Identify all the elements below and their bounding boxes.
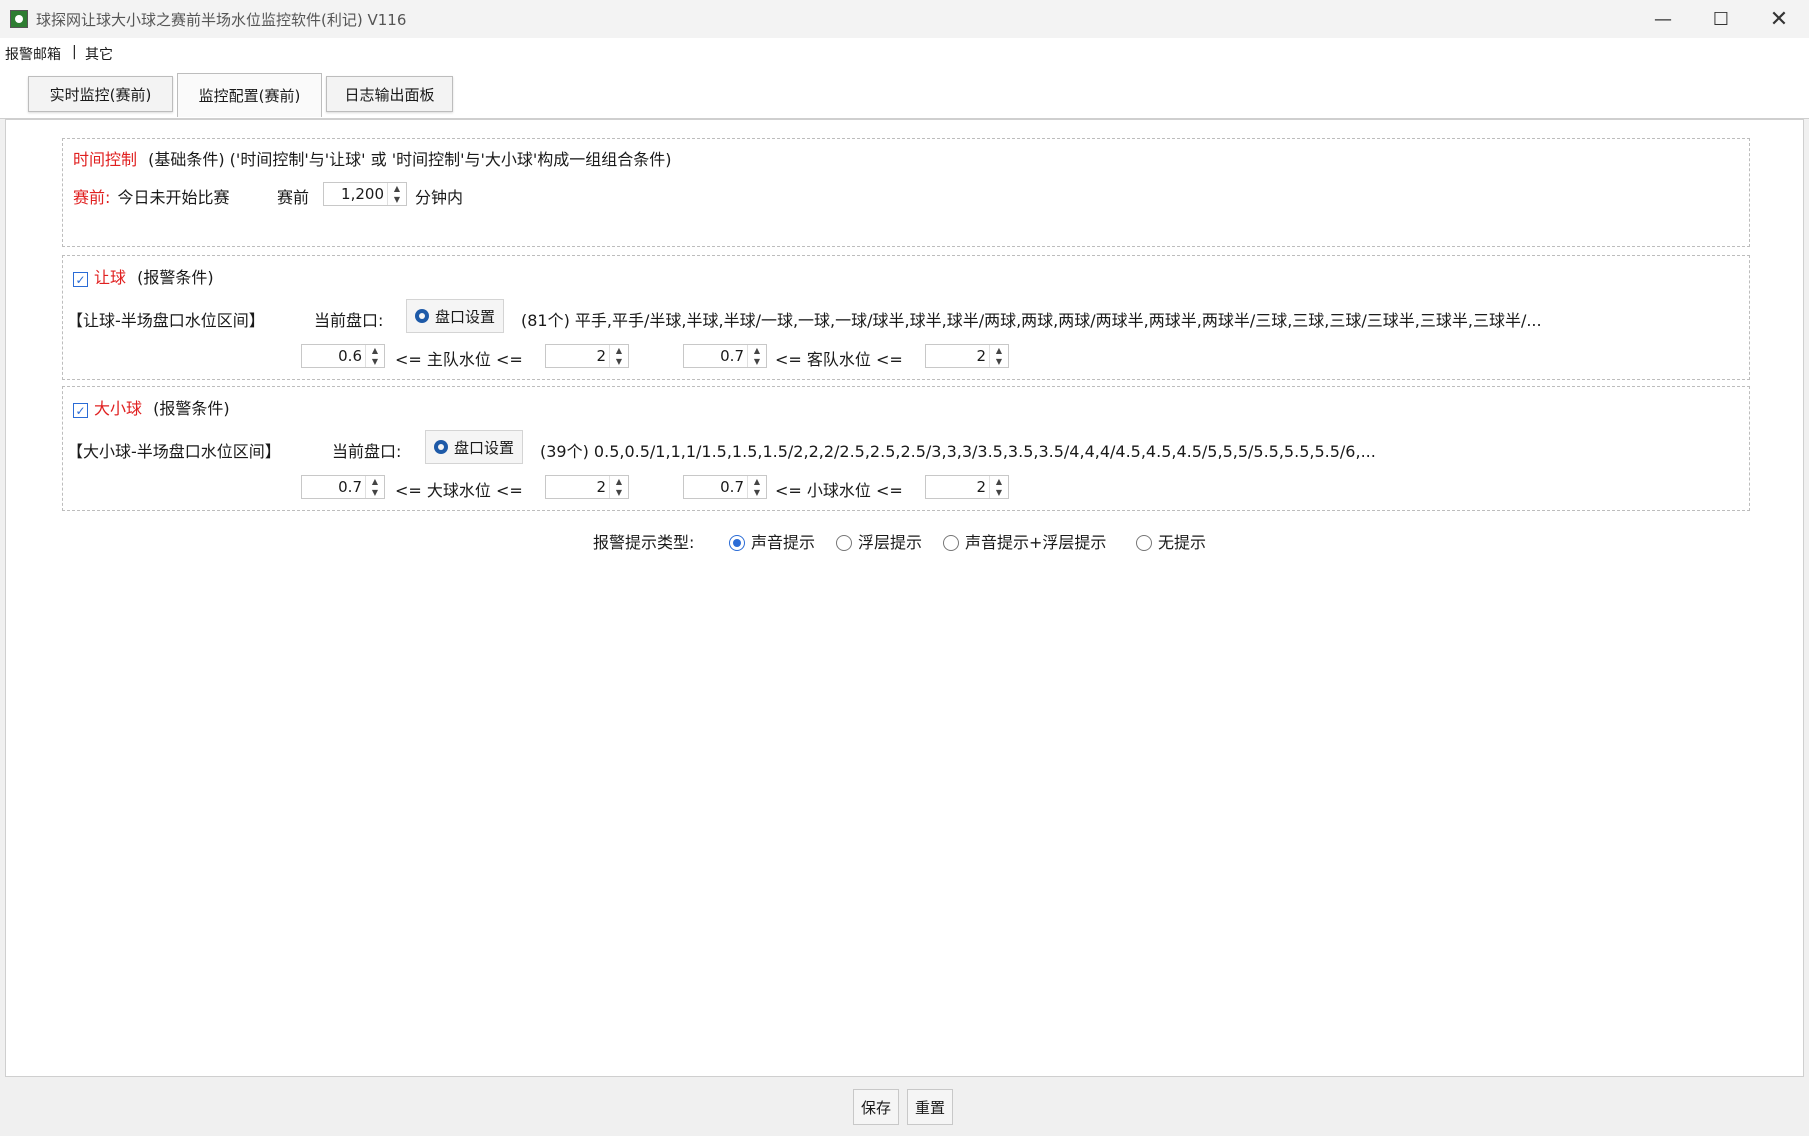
minutes-value: 1,200 [341,185,384,203]
radio-selected-icon[interactable] [729,535,745,551]
close-button[interactable]: ✕ [1750,0,1808,38]
tab-log-output[interactable]: 日志输出面板 [326,76,453,112]
menu-bar: 报警邮箱 | 其它 [0,38,1809,66]
spinner-arrows-icon[interactable]: ▲ ▼ [747,345,766,367]
overunder-settings-label: 盘口设置 [454,438,515,457]
overunder-range-label: 【大小球-半场盘口水位区间】 [67,442,281,461]
alert-option-overlay-label: 浮层提示 [858,533,923,552]
menu-other[interactable]: 其它 [85,44,113,64]
save-button[interactable]: 保存 [853,1089,899,1125]
spinner-arrows-icon[interactable]: ▲ ▼ [989,345,1008,367]
handicap-checkbox[interactable]: ✓ [73,272,88,287]
title-bar: 球探网让球大小球之赛前半场水位监控软件(利记) V116 — ☐ ✕ [0,0,1809,38]
spinner-arrows-icon[interactable]: ▲ ▼ [365,345,384,367]
handicap-range-label: 【让球-半场盘口水位区间】 [67,311,265,330]
under-min-spinner[interactable]: 0.7 ▲ ▼ [683,475,767,499]
handicap-settings-button[interactable]: 盘口设置 [406,299,505,333]
radio-icon[interactable] [836,535,852,551]
app-icon [10,10,28,28]
handicap-group: ✓ 让球 (报警条件) 【让球-半场盘口水位区间】 当前盘口: 盘口设置 (81个… [62,255,1750,380]
alert-type-label: 报警提示类型: [593,533,695,552]
handicap-current-value: (81个) 平手,平手/半球,半球,半球/一球,一球,一球/球半,球半,球半/两… [521,311,1542,330]
away-water-label: <= 客队水位 <= [775,350,903,369]
overunder-title: 大小球 [94,399,143,418]
maximize-button[interactable]: ☐ [1692,0,1750,38]
radio-icon[interactable] [1136,535,1152,551]
alert-option-none-label: 无提示 [1158,533,1207,552]
overunder-current-label: 当前盘口: [332,442,402,461]
over-max-value: 2 [596,478,606,496]
spinner-arrows-icon[interactable]: ▲ ▼ [365,476,384,498]
away-max-spinner[interactable]: 2 ▲ ▼ [925,344,1009,368]
menu-alert-email[interactable]: 报警邮箱 [5,44,61,64]
radio-icon[interactable] [943,535,959,551]
alert-option-overlay[interactable]: 浮层提示 [836,529,922,553]
tab-strip: 实时监控(赛前) 监控配置(赛前) 日志输出面板 [0,66,1809,119]
time-control-title: 时间控制 [73,150,138,169]
overunder-settings-button[interactable]: 盘口设置 [425,430,524,464]
over-min-value: 0.7 [338,478,362,496]
home-water-label: <= 主队水位 <= [395,350,523,369]
pre-match-label: 赛前: [73,188,111,207]
under-min-value: 0.7 [720,478,744,496]
home-max-spinner[interactable]: 2 ▲ ▼ [545,344,629,368]
spinner-arrows-icon[interactable]: ▲ ▼ [747,476,766,498]
over-min-spinner[interactable]: 0.7 ▲ ▼ [301,475,385,499]
handicap-desc: (报警条件) [137,268,214,287]
handicap-title: 让球 [94,268,127,287]
alert-option-sound-overlay-label: 声音提示+浮层提示 [965,533,1107,552]
alert-option-sound[interactable]: 声音提示 [729,529,815,553]
tab-monitor-config[interactable]: 监控配置(赛前) [177,73,322,117]
tab-realtime-monitor[interactable]: 实时监控(赛前) [28,76,173,112]
time-control-desc: (基础条件) ('时间控制'与'让球' 或 '时间控制'与'大小球'构成一组组合… [148,150,672,169]
under-water-label: <= 小球水位 <= [775,481,903,500]
before-label: 赛前 [277,188,310,207]
overunder-checkbox[interactable]: ✓ [73,403,88,418]
home-min-value: 0.6 [338,347,362,365]
handicap-current-label: 当前盘口: [314,311,384,330]
time-control-group: 时间控制 (基础条件) ('时间控制'与'让球' 或 '时间控制'与'大小球'构… [62,138,1750,247]
spinner-arrows-icon[interactable]: ▲ ▼ [387,183,406,205]
under-max-value: 2 [976,478,986,496]
alert-option-sound-label: 声音提示 [751,533,816,552]
handicap-settings-label: 盘口设置 [435,307,496,326]
pre-match-text: 今日未开始比赛 [117,188,230,207]
over-water-label: <= 大球水位 <= [395,481,523,500]
minutes-spinner[interactable]: 1,200 ▲ ▼ [323,182,407,206]
overunder-current-value: (39个) 0.5,0.5/1,1,1/1.5,1.5,1.5/2,2,2/2.… [540,442,1376,461]
spinner-arrows-icon[interactable]: ▲ ▼ [609,476,628,498]
menu-separator: | [72,44,77,60]
home-min-spinner[interactable]: 0.6 ▲ ▼ [301,344,385,368]
away-min-value: 0.7 [720,347,744,365]
under-max-spinner[interactable]: 2 ▲ ▼ [925,475,1009,499]
minutes-unit: 分钟内 [415,188,464,207]
window-title: 球探网让球大小球之赛前半场水位监控软件(利记) V116 [36,11,407,29]
alert-option-none[interactable]: 无提示 [1136,529,1206,553]
overunder-desc: (报警条件) [153,399,230,418]
away-min-spinner[interactable]: 0.7 ▲ ▼ [683,344,767,368]
alert-option-sound-overlay[interactable]: 声音提示+浮层提示 [943,529,1106,553]
config-panel: 时间控制 (基础条件) ('时间控制'与'让球' 或 '时间控制'与'大小球'构… [5,119,1804,1077]
over-max-spinner[interactable]: 2 ▲ ▼ [545,475,629,499]
away-max-value: 2 [976,347,986,365]
spinner-arrows-icon[interactable]: ▲ ▼ [609,345,628,367]
spinner-arrows-icon[interactable]: ▲ ▼ [989,476,1008,498]
reset-button[interactable]: 重置 [907,1089,953,1125]
gear-icon [415,309,429,323]
minimize-button[interactable]: — [1634,0,1692,38]
home-max-value: 2 [596,347,606,365]
gear-icon [434,440,448,454]
overunder-group: ✓ 大小球 (报警条件) 【大小球-半场盘口水位区间】 当前盘口: 盘口设置 (3… [62,386,1750,511]
